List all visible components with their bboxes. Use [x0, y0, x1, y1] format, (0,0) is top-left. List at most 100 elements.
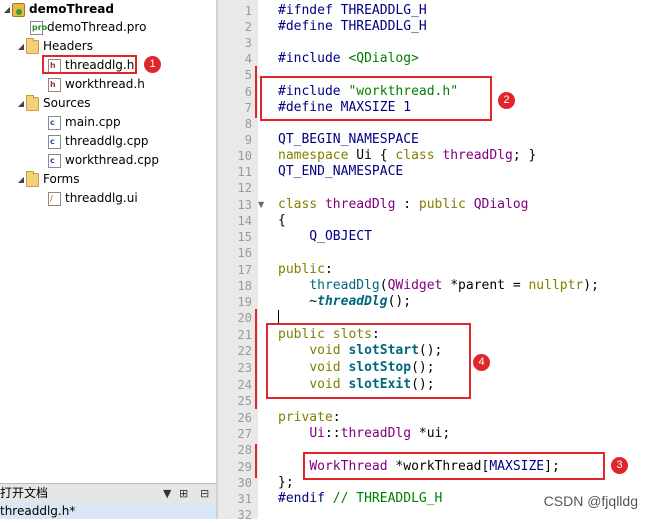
- line-number: 22: [237, 344, 252, 358]
- fold-arrow-icon[interactable]: ▼: [258, 200, 264, 209]
- tree-item-project[interactable]: ◢ demoThread: [2, 0, 114, 19]
- project-icon: [12, 2, 25, 17]
- line-number: 31: [237, 492, 252, 506]
- dropdown-arrow-icon[interactable]: ▼: [163, 484, 171, 503]
- tree-item-forms[interactable]: ◢ Forms: [16, 170, 79, 189]
- line-number: 20: [237, 311, 252, 325]
- code-line-11: QT_END_NAMESPACE: [278, 164, 404, 179]
- line-number: 23: [237, 361, 252, 375]
- code-line-4: #include <QDialog>: [278, 51, 419, 66]
- line-number: 26: [237, 411, 252, 425]
- collapse-arrow-icon[interactable]: ◢: [16, 37, 26, 56]
- file-label: threaddlg.cpp: [65, 134, 149, 148]
- code-line-18: threadDlg(QWidget *parent = nullptr);: [309, 278, 599, 293]
- tree-item-threaddlg-ui[interactable]: / threaddlg.ui: [48, 189, 138, 208]
- pro-file-icon: pro: [30, 20, 47, 35]
- tree-item-main-cpp[interactable]: c main.cpp: [48, 113, 121, 132]
- ui-file-icon: /: [48, 191, 61, 206]
- line-number: 13: [237, 198, 252, 212]
- watermark: CSDN @fjqlldg: [543, 493, 638, 509]
- line-number: 17: [237, 263, 252, 277]
- code-line-10: namespace Ui { class threadDlg; }: [278, 148, 537, 163]
- tree-item-workthread-cpp[interactable]: c workthread.cpp: [48, 151, 159, 170]
- badge-2: 2: [498, 92, 515, 109]
- tree-item-sources[interactable]: ◢ Sources: [16, 94, 90, 113]
- line-number: 2: [244, 20, 252, 34]
- cpp-file-icon: c: [48, 115, 61, 130]
- code-line-9: QT_BEGIN_NAMESPACE: [278, 132, 419, 147]
- line-number: 7: [244, 101, 252, 115]
- line-number: 32: [237, 508, 252, 522]
- code-line-13: class threadDlg : public QDialog: [278, 197, 529, 212]
- collapse-arrow-icon[interactable]: ◢: [16, 94, 26, 113]
- line-number: 6: [244, 85, 252, 99]
- code-line-19: ~threadDlg();: [278, 294, 412, 309]
- line-number: 16: [237, 246, 252, 260]
- headers-label: Headers: [43, 39, 93, 53]
- highlight-box-3: [303, 452, 605, 480]
- line-number: 4: [244, 52, 252, 66]
- cpp-file-icon: c: [48, 134, 61, 149]
- line-number: 18: [237, 279, 252, 293]
- line-number: 3: [244, 36, 252, 50]
- file-label: main.cpp: [65, 115, 121, 129]
- line-number: 14: [237, 214, 252, 228]
- open-docs-header: 打开文档 ▼ ⊞ ⊟: [0, 483, 216, 503]
- line-number: 11: [237, 165, 252, 179]
- tree-item-threaddlg-cpp[interactable]: c threaddlg.cpp: [48, 132, 149, 151]
- collapse-arrow-icon[interactable]: ◢: [16, 170, 26, 189]
- sources-label: Sources: [43, 96, 91, 110]
- line-number: 19: [237, 295, 252, 309]
- header-file-icon: h: [48, 77, 61, 92]
- line-number: 15: [237, 230, 252, 244]
- code-line-30: };: [278, 475, 294, 490]
- folder-icon: [26, 37, 39, 54]
- code-line-27: Ui::threadDlg *ui;: [309, 426, 451, 441]
- code-line-26: private:: [278, 410, 341, 425]
- highlight-box-1: [42, 55, 137, 74]
- file-label: threaddlg.ui: [65, 191, 138, 205]
- code-line-14: {: [278, 213, 286, 228]
- line-number: 8: [244, 117, 252, 131]
- line-number: 24: [237, 378, 252, 392]
- code-line-1: #ifndef THREADDLG_H: [278, 3, 427, 18]
- file-label: workthread.h: [65, 77, 145, 91]
- change-marker: [255, 66, 257, 118]
- badge-3: 3: [611, 457, 628, 474]
- line-number: 9: [244, 133, 252, 147]
- highlight-box-4: [266, 323, 471, 399]
- line-number: 25: [237, 394, 252, 408]
- line-number: 28: [237, 443, 252, 457]
- folder-icon: [26, 170, 39, 187]
- change-marker: [255, 444, 257, 478]
- line-number: 21: [237, 328, 252, 342]
- file-label: workthread.cpp: [65, 153, 160, 167]
- code-line-2: #define THREADDLG_H: [278, 19, 427, 34]
- code-line-31: #endif // THREADDLG_H: [278, 491, 443, 506]
- close-icon[interactable]: ⊟: [200, 484, 209, 503]
- project-tree: ◢ demoThread pro demoThread.pro ◢ Header…: [0, 0, 216, 482]
- cpp-file-icon: c: [48, 153, 61, 168]
- line-number: 29: [237, 460, 252, 474]
- open-doc-label: threaddlg.h*: [0, 504, 76, 518]
- line-number: 1: [244, 4, 252, 18]
- line-number: 5: [244, 68, 252, 82]
- line-number: 12: [237, 181, 252, 195]
- badge-1: 1: [144, 56, 161, 73]
- line-number: 27: [237, 427, 252, 441]
- line-number: 30: [237, 476, 252, 490]
- tree-item-pro-file[interactable]: pro demoThread.pro: [30, 18, 146, 37]
- forms-label: Forms: [43, 172, 80, 186]
- tree-item-workthread-h[interactable]: h workthread.h: [48, 75, 145, 94]
- split-icon[interactable]: ⊞: [179, 484, 188, 503]
- tree-item-headers[interactable]: ◢ Headers: [16, 37, 93, 56]
- pro-file-label: demoThread.pro: [47, 20, 147, 34]
- project-name: demoThread: [29, 2, 114, 16]
- change-marker: [255, 309, 257, 409]
- open-doc-item[interactable]: threaddlg.h*: [0, 503, 216, 519]
- collapse-arrow-icon[interactable]: ◢: [2, 0, 12, 19]
- line-number: 10: [237, 149, 252, 163]
- code-line-17: public:: [278, 262, 333, 277]
- open-docs-title: 打开文档: [0, 486, 49, 500]
- badge-4: 4: [473, 354, 490, 371]
